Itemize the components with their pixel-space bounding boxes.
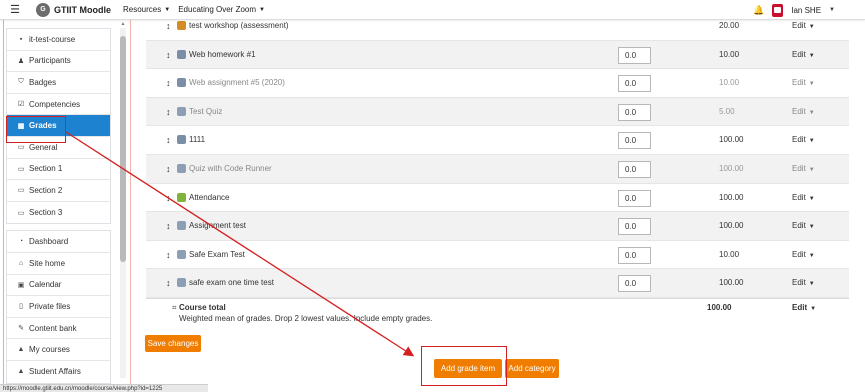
user-name[interactable]: Ian SHE <box>791 6 821 15</box>
site-name[interactable]: GTIIT Moodle <box>54 5 111 15</box>
browser-status-url: https://moodle.gtiit.edu.cn/moodle/cours… <box>0 384 208 392</box>
menu-resources[interactable]: Resources ▼ <box>123 5 170 14</box>
menu-educating-label: Educating Over Zoom <box>178 5 257 14</box>
top-navbar: ☰ G GTIIT Moodle Resources ▼ Educating O… <box>0 0 865 20</box>
menu-educating-over-zoom[interactable]: Educating Over Zoom ▼ <box>178 5 265 14</box>
menu-resources-label: Resources <box>123 5 162 14</box>
hamburger-menu-icon[interactable]: ☰ <box>0 3 30 16</box>
notification-bell-icon[interactable]: 🔔 <box>753 5 764 16</box>
annotation-arrow <box>65 131 415 357</box>
caret-down-icon: ▼ <box>164 6 171 13</box>
user-menu-caret-icon[interactable]: ▼ <box>829 7 835 13</box>
caret-down-icon: ▼ <box>259 6 265 13</box>
user-avatar[interactable] <box>772 3 784 17</box>
site-logo[interactable]: G <box>36 2 50 17</box>
